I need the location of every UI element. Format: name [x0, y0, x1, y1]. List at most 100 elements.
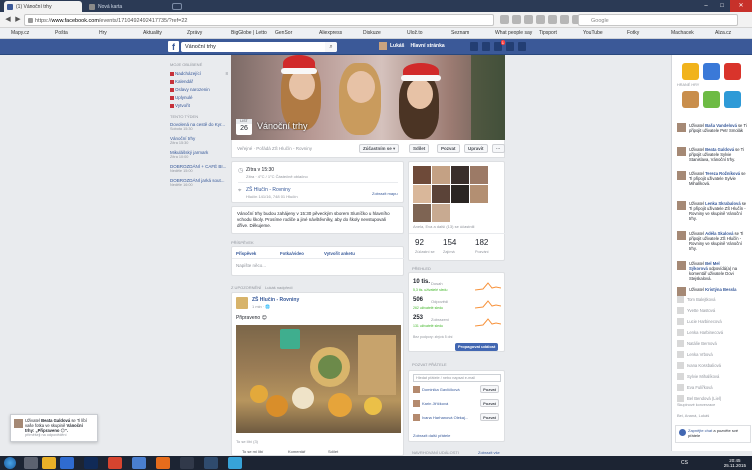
guest-avatar[interactable]: [413, 185, 431, 203]
url-bar[interactable]: https://www.facebook.com/events/17104924…: [24, 14, 494, 26]
maximize-button[interactable]: □: [714, 0, 730, 12]
start-button-icon[interactable]: [4, 457, 16, 469]
suggested-see-all-link[interactable]: Zobrazit vše: [478, 450, 500, 455]
invite-friend-button[interactable]: Pozvat: [480, 413, 499, 421]
lightroom-icon[interactable]: [204, 457, 218, 469]
guest-avatar[interactable]: [432, 185, 450, 203]
browser-tab-facebook[interactable]: (1) Vánoční trhy: [4, 1, 82, 12]
invite-button[interactable]: Pozvat: [437, 144, 460, 153]
insight-row[interactable]: 253 Zobrazení 131 uživatelé sledu: [413, 315, 501, 333]
privacy-lock-icon[interactable]: [506, 42, 514, 51]
language-indicator[interactable]: CS: [681, 460, 688, 466]
guest-avatar[interactable]: [413, 166, 431, 184]
sidebar-item[interactable]: Vytvořit: [170, 102, 228, 110]
stat-number[interactable]: 92: [415, 238, 424, 247]
skype-icon[interactable]: [228, 457, 242, 469]
bookmark-item[interactable]: Diskuze: [356, 30, 381, 36]
search-icon[interactable]: ⌕: [325, 42, 337, 52]
chat-contact[interactable]: Natálie Bernová: [677, 339, 749, 349]
profile-link[interactable]: Lukáš: [390, 43, 404, 50]
bookmark-item[interactable]: Seznam: [444, 30, 469, 36]
share-button[interactable]: Sdílet: [409, 144, 430, 153]
browser-tab-newtab[interactable]: Nová karta: [86, 1, 164, 12]
show-more-friends-link[interactable]: Zobrazit další přátele: [413, 433, 450, 438]
friend-name[interactable]: Dominika Gavlíčková: [422, 387, 460, 392]
edit-button[interactable]: Upravit: [464, 144, 488, 153]
chat-contact[interactable]: Lenka Vrbová: [677, 350, 749, 360]
toast-link[interactable]: příměšeji na odpovědění: [25, 433, 93, 438]
downloads-icon[interactable]: [524, 15, 533, 24]
post-photo[interactable]: [236, 325, 401, 433]
firefox-icon[interactable]: [156, 457, 170, 469]
friend-name[interactable]: Ivana Harhanová Olekaj...: [422, 415, 468, 420]
account-menu-icon[interactable]: [518, 42, 526, 51]
sidebar-event[interactable]: DOBROZDÁNÍ + CAFÉ BI... Neděle 15:00: [170, 164, 228, 174]
bookmark-item[interactable]: Aktuality: [136, 30, 162, 36]
forward-arrow-icon[interactable]: ▶: [13, 15, 23, 25]
chat-contact[interactable]: Tom Balejtková: [677, 295, 749, 305]
ticker-item[interactable]: Uživatel Lenka Skrabalováse Ti připojit …: [677, 201, 749, 221]
ticker-item[interactable]: Uživatel Beata Galdováse Ti připojit uži…: [677, 147, 749, 162]
bookmark-item[interactable]: Ulož.to: [400, 30, 423, 36]
game-icon[interactable]: [724, 91, 741, 108]
clock[interactable]: 20:45 25.11.2015: [724, 458, 746, 468]
back-arrow-icon[interactable]: ◀: [3, 15, 13, 25]
chat-contact[interactable]: Yvette Nastová: [677, 306, 749, 316]
sidebar-item[interactable]: Oslavy narozenin: [170, 86, 228, 94]
chat-contact[interactable]: Eva Fulířková: [677, 383, 749, 393]
guest-avatar[interactable]: [470, 166, 488, 184]
chat-contact[interactable]: Ivana Kossbaliová: [677, 361, 749, 371]
home-link[interactable]: Hlavní stránka: [410, 43, 444, 50]
friends-going[interactable]: Anela, Eva a další (13) se účastnili: [413, 224, 474, 229]
ticker-item[interactable]: Uživatel Bel Mel Sýkorováodpovídá(a) na …: [677, 261, 749, 281]
game-icon[interactable]: [724, 63, 741, 80]
bookmark-item[interactable]: Hry: [92, 30, 107, 36]
ticker-item[interactable]: Uživatel Tereza Rožníkováse Ti připojit …: [677, 171, 749, 186]
game-icon[interactable]: [703, 91, 720, 108]
chat-enable-box[interactable]: Zapnějte chat a pozvěte své přátele: [675, 425, 751, 443]
reload-icon[interactable]: [500, 15, 509, 24]
guest-avatar[interactable]: [451, 185, 469, 203]
sidebar-item[interactable]: Nadcházející 8: [170, 70, 228, 78]
facebook-search-input[interactable]: Vánoční trhy ⌕: [181, 42, 337, 52]
bookmark-item[interactable]: Mapy.cz: [4, 30, 29, 36]
bookmark-item[interactable]: Aliexpress: [312, 30, 342, 36]
folder-icon[interactable]: [42, 457, 56, 469]
stat-number[interactable]: 182: [475, 238, 488, 247]
promote-button[interactable]: Propagovat událost: [455, 343, 499, 351]
guest-avatar[interactable]: [451, 166, 469, 184]
stat-number[interactable]: 154: [443, 238, 456, 247]
bookmark-item[interactable]: GenSor: [268, 30, 292, 36]
sidebar-event[interactable]: Dovolená na cestě do Kyr... Sobota 15:30: [170, 122, 228, 132]
notifications-icon[interactable]: 1: [494, 40, 505, 51]
friend-requests-icon[interactable]: [470, 42, 478, 51]
minimize-button[interactable]: –: [698, 0, 714, 12]
bookmark-item[interactable]: Fotky: [620, 30, 639, 36]
friend-name[interactable]: Karin Jiříčková: [422, 401, 448, 406]
sidebar-event[interactable]: Vánoční trhy Zítra 15:30: [170, 136, 228, 146]
bookmark-item[interactable]: Pošta: [48, 30, 68, 36]
insight-row[interactable]: 506 Odpovědi 262 uživatelé sledu: [413, 297, 501, 315]
bookmark-item[interactable]: BigGlobe | Letto: [224, 30, 267, 36]
show-map-link[interactable]: Zobrazit mapu: [372, 191, 398, 196]
composer-tab-post[interactable]: Příspěvek: [236, 251, 256, 256]
app-icon[interactable]: [60, 457, 74, 469]
photoshop-icon[interactable]: [84, 457, 98, 469]
extension-icon[interactable]: [560, 15, 569, 24]
app-icon[interactable]: [180, 457, 194, 469]
page-avatar[interactable]: [236, 297, 248, 309]
browser-search-input[interactable]: Google: [578, 14, 738, 26]
like-button[interactable]: To se mi líbí: [242, 449, 263, 454]
messages-icon[interactable]: [482, 42, 490, 51]
bookmark-item[interactable]: Alza.cz: [708, 30, 731, 36]
game-icon[interactable]: [682, 63, 699, 80]
bookmark-item[interactable]: Zprávy: [180, 30, 202, 36]
sidebar-item[interactable]: Kalendář: [170, 78, 228, 86]
chrome-icon[interactable]: [108, 457, 122, 469]
guest-avatar[interactable]: [413, 204, 431, 222]
new-tab-button[interactable]: [172, 3, 182, 10]
guest-avatar[interactable]: [432, 204, 450, 222]
group-chat-item[interactable]: Bei, Ananá, Lukáš: [677, 413, 709, 418]
facebook-logo-icon[interactable]: f: [168, 41, 179, 52]
guest-avatar[interactable]: [432, 166, 450, 184]
